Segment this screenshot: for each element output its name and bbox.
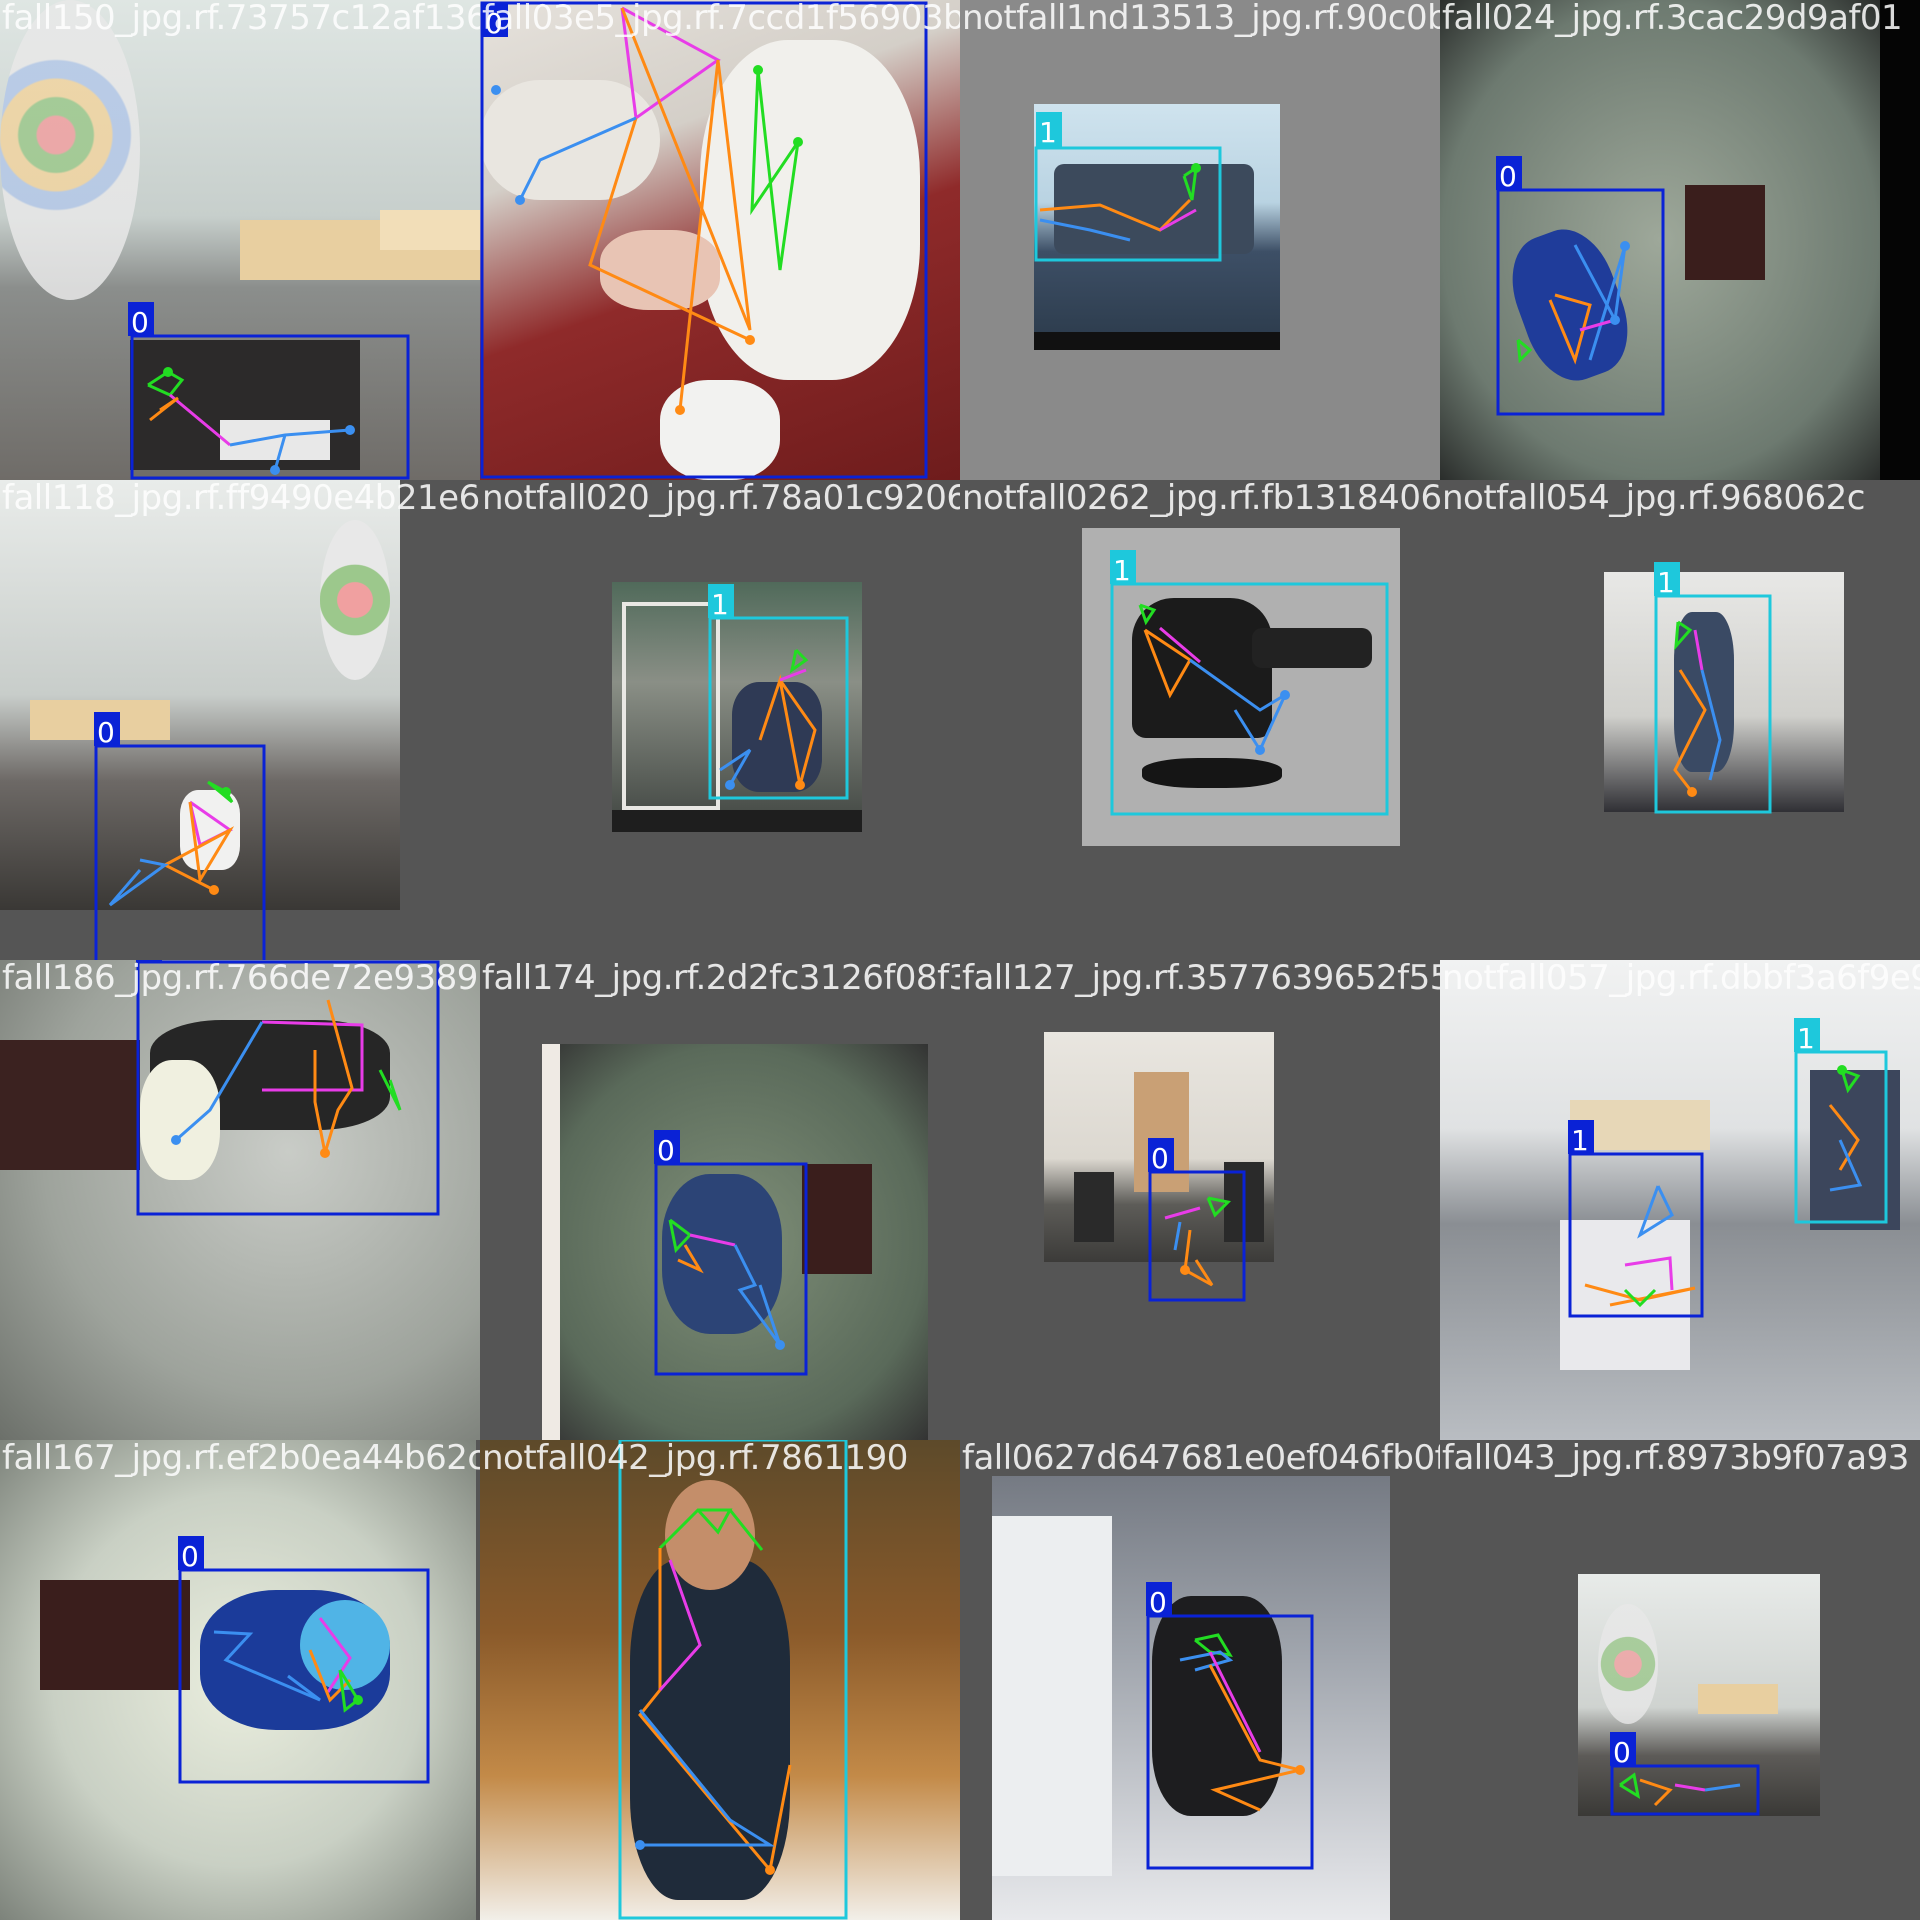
mosaic-cell: notfall020_jpg.rf.78a01c920613b90262f 1 [480, 480, 960, 960]
class-label: 0 [657, 1134, 675, 1167]
bounding-box [130, 334, 410, 480]
class-label: 0 [1499, 160, 1517, 193]
detection-overlay: 0 [128, 302, 410, 480]
class-label: 1 [1039, 116, 1057, 149]
mosaic-cell: fall03e5_jpg.rf.7ccd1f56903bb6cc8afc1c1c… [480, 0, 960, 480]
detection-overlay: 0 [136, 960, 440, 1216]
detection-overlay: 1 [1654, 562, 1772, 814]
bounding-box [708, 616, 849, 800]
bounding-box [1794, 1050, 1888, 1224]
class-label: 1 [621, 1440, 639, 1443]
detection-overlay: 0 [94, 712, 266, 960]
mosaic-cell: notfall057_jpg.rf.dbbf3a6f9e9b 1 1 [1440, 960, 1920, 1440]
mosaic-cell: notfall054_jpg.rf.968062c 1 [1440, 480, 1920, 960]
mosaic-cell: fall127_jpg.rf.3577639652f554ad1d657b6e6… [960, 960, 1440, 1440]
bounding-box [480, 1, 928, 479]
detection-overlay: 0 [1146, 1582, 1314, 1870]
detection-overlay: 0 [1496, 156, 1665, 416]
mosaic-cell: notfall0262_jpg.rf.fb1318406153aea054 1 [960, 480, 1440, 960]
mosaic-cell: fall150_jpg.rf.73757c12af136e0a1f3a1ccd1… [0, 0, 480, 480]
class-label: 1 [1657, 566, 1675, 599]
detection-overlay: 1 [1034, 112, 1222, 262]
bounding-box [94, 744, 266, 960]
class-label: 0 [97, 716, 115, 749]
mosaic-cell: fall118_jpg.rf.ff9490e4b21e6c3e4f4f82005… [0, 480, 480, 960]
detection-overlay: 0 [654, 1130, 808, 1376]
bounding-box [178, 1568, 430, 1784]
detection-overlay: 1 [1110, 550, 1389, 816]
class-label: 0 [485, 7, 503, 40]
detection-overlay: 0 [1610, 1732, 1760, 1816]
mosaic-cell: fall043_jpg.rf.8973b9f07a93 0 [1440, 1440, 1920, 1920]
mosaic-cell: fall186_jpg.rf.766de72e93899 0 [0, 960, 480, 1440]
detection-overlay: 0 [178, 1536, 430, 1784]
class-label: 1 [1797, 1022, 1815, 1055]
detection-overlay: 0 [1148, 1138, 1246, 1302]
prediction-mosaic: fall150_jpg.rf.73757c12af136e0a1f3a1ccd1… [0, 0, 1920, 1920]
detection-overlay: 1 [618, 1440, 848, 1920]
detection-overlay: 0 [480, 1, 928, 479]
mosaic-cell: fall174_jpg.rf.2d2fc3126f08f31e08f1f312 … [480, 960, 960, 1440]
bounding-box [1148, 1170, 1246, 1302]
detection-overlay: 1 [708, 584, 849, 800]
bounding-box [1110, 582, 1389, 816]
detection-overlay: 1 1 [1568, 1018, 1888, 1318]
class-label: 0 [139, 960, 157, 965]
class-label: 0 [1149, 1586, 1167, 1619]
mosaic-cell: fall0627d647681e0ef046fb0f 0 [960, 1440, 1440, 1920]
mosaic-cell: notfall042_jpg.rf.7861190 1 [480, 1440, 960, 1920]
class-label: 0 [131, 306, 149, 339]
class-label: 0 [181, 1540, 199, 1573]
class-label: 1 [1571, 1124, 1589, 1157]
class-label: 1 [1113, 554, 1131, 587]
mosaic-cell: fall167_jpg.rf.ef2b0ea44b62c 0 [0, 1440, 480, 1920]
mosaic-cell: notfall1nd13513_jpg.rf.90c0b40fa8d672453… [960, 0, 1440, 480]
class-label: 1 [711, 588, 729, 621]
mosaic-cell: fall024_jpg.rf.3cac29d9af01 0 [1440, 0, 1920, 480]
class-label: 0 [1613, 1736, 1631, 1769]
class-label: 0 [1151, 1142, 1169, 1175]
bounding-box [1654, 594, 1772, 814]
bounding-box [1610, 1764, 1760, 1816]
